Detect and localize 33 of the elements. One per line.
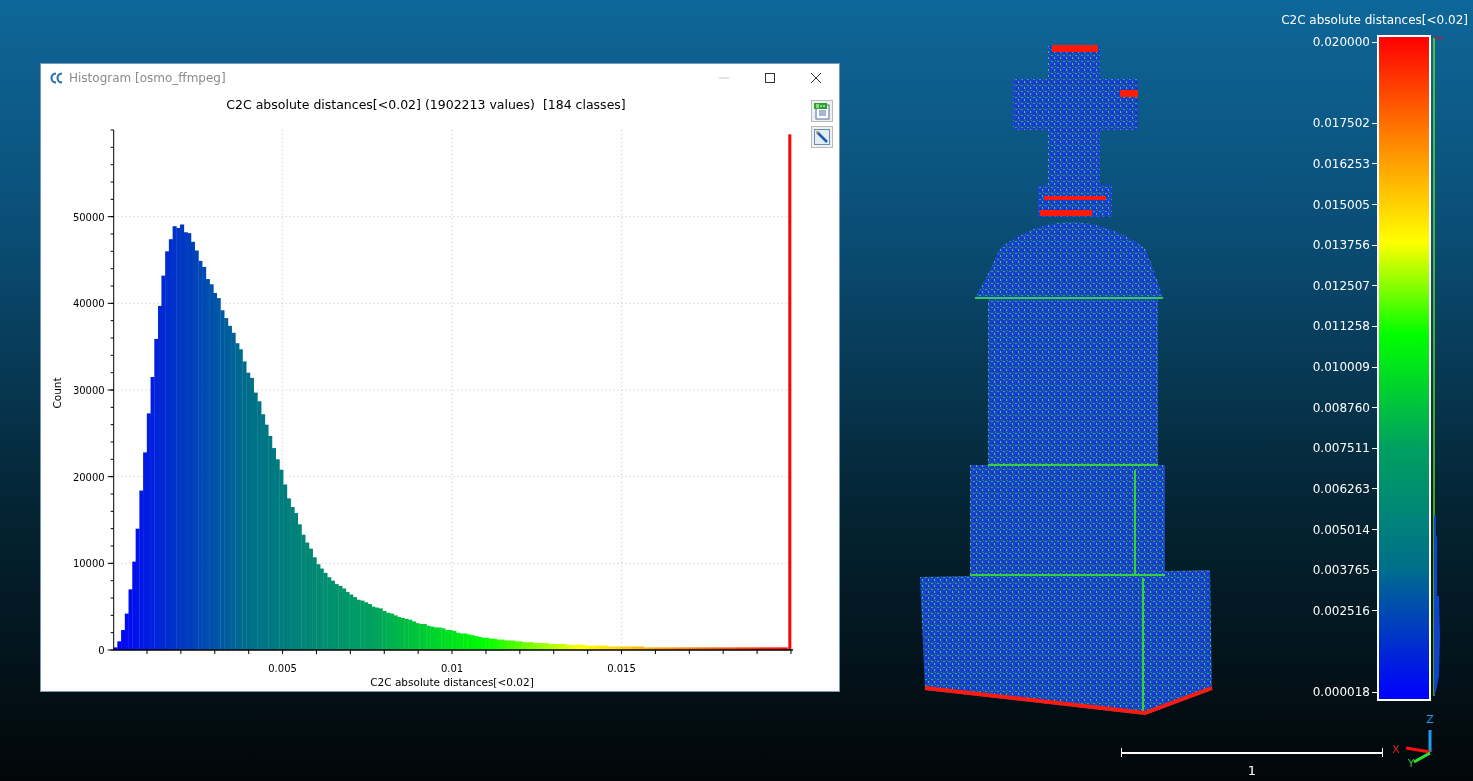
- axis-label: Y: [1407, 757, 1415, 770]
- color-scale-label: 0.017502: [1312, 115, 1370, 133]
- x-tick-label: 0.015: [607, 663, 636, 674]
- y-tick-label: 30000: [72, 385, 105, 396]
- color-scale-label: 0.020000: [1312, 34, 1370, 51]
- window-title: Histogram [osmo_ffmpeg]: [69, 70, 226, 87]
- y-tick-label: 50000: [72, 211, 105, 223]
- color-scale-label: 0.006263: [1312, 480, 1370, 498]
- chart-title: C2C absolute distances[<0.02] (1902213 values) [184 classes]: [226, 97, 626, 112]
- x-axis-label: C2C absolute distances[<0.02]: [370, 676, 534, 688]
- color-scale-label: 0.007511: [1312, 440, 1370, 458]
- color-scale-label: 0.000018: [1312, 684, 1370, 701]
- axis-label: X: [1392, 743, 1400, 756]
- y-axis-label: Count: [51, 377, 63, 409]
- color-scale-label: 0.015005: [1312, 196, 1370, 214]
- axis-label: Z: [1426, 713, 1434, 726]
- color-scale-label: 0.002516: [1312, 602, 1370, 620]
- color-scale-label: 0.008760: [1312, 399, 1370, 417]
- x-tick-label: 0.005: [268, 663, 297, 674]
- color-scale-label: 0.016253: [1312, 155, 1370, 173]
- y-tick-label: 10000: [72, 558, 105, 570]
- color-scale-label: 0.011258: [1312, 318, 1370, 336]
- color-scale-label: 0.012507: [1312, 277, 1370, 295]
- color-scale-label: 0.013756: [1312, 237, 1370, 255]
- color-scale-label: 0.003765: [1312, 562, 1370, 580]
- color-scale-label: 0.005014: [1312, 521, 1370, 539]
- y-tick-label: 0: [98, 645, 105, 656]
- y-tick-label: 40000: [72, 298, 105, 310]
- color-scale-title: C2C absolute distances[<0.02]: [1281, 12, 1468, 29]
- color-scale-label: 0.010009: [1312, 359, 1370, 376]
- x-tick-label: 0.01: [440, 663, 464, 674]
- y-tick-label: 20000: [72, 471, 105, 483]
- scale-bar-label: 1: [1247, 764, 1257, 777]
